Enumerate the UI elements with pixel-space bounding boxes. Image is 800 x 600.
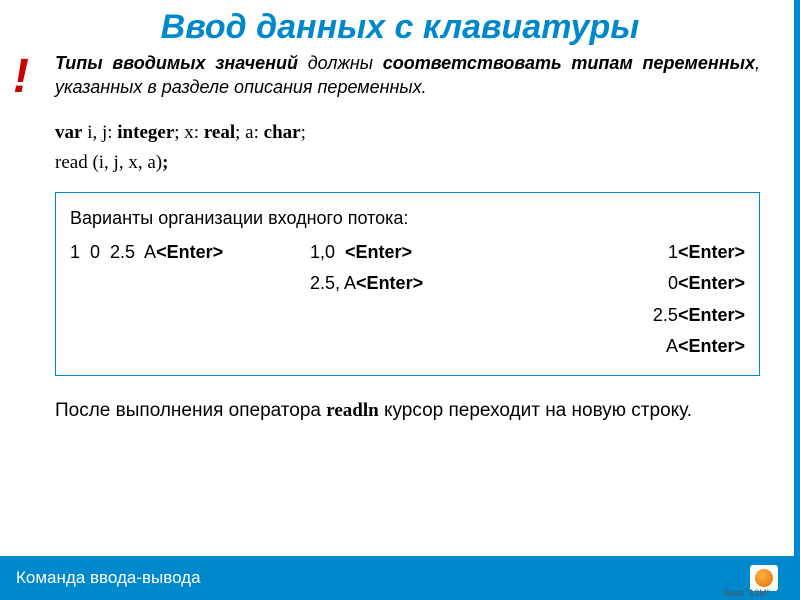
example-row-1: 1 0 2.5 A<Enter> 1,0 <Enter> 1<Enter>: [70, 237, 745, 269]
side-accent: [794, 0, 800, 556]
code-line-1: var i, j: integer; x: real; a: char;: [55, 118, 760, 148]
code-block: var i, j: integer; x: real; a: char; rea…: [55, 118, 760, 179]
example-title: Варианты организации входного потока:: [70, 203, 745, 235]
footer-caption: База "12М": [724, 588, 770, 598]
warning-note: ! Типы вводимых значений должны соответс…: [55, 51, 760, 100]
footer-title: Команда ввода-вывода: [16, 568, 750, 588]
example-row-3: 2.5<Enter>: [70, 300, 745, 332]
title-bar: Ввод данных с клавиатуры: [0, 0, 800, 51]
example-row-4: A<Enter>: [70, 331, 745, 363]
example-box: Варианты организации входного потока: 1 …: [55, 192, 760, 376]
page-title: Ввод данных с клавиатуры: [20, 8, 780, 47]
footnote-text: После выполнения оператора readln курсор…: [55, 398, 760, 425]
exclamation-icon: !: [13, 53, 29, 101]
code-line-2: read (i, j, x, a);: [55, 148, 760, 178]
note-text: Типы вводимых значений должны соответств…: [55, 51, 760, 100]
footer-bar: Команда ввода-вывода База "12М": [0, 556, 800, 600]
example-row-2: 2.5, A<Enter> 0<Enter>: [70, 268, 745, 300]
